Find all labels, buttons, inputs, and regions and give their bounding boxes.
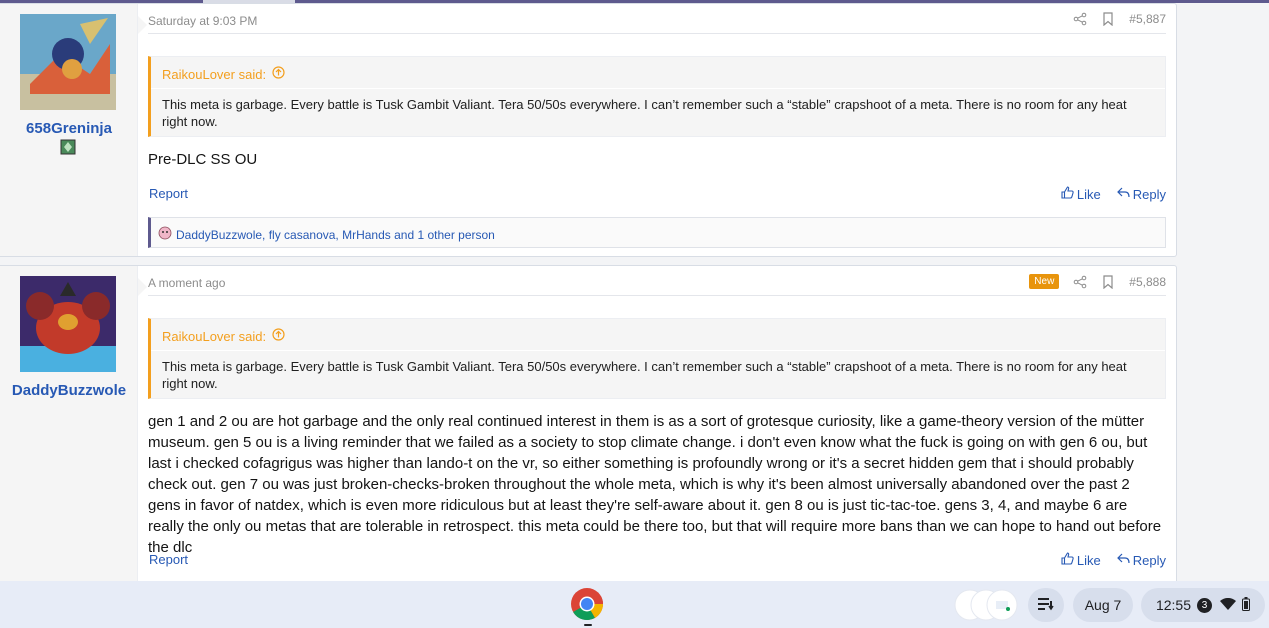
quote-author[interactable]: RaikouLover said: — [162, 329, 266, 344]
user-arrow — [138, 278, 147, 296]
post-body: Pre-DLC SS OU — [148, 151, 258, 168]
like-button[interactable]: Like — [1061, 186, 1101, 202]
chrome-browser-icon[interactable] — [570, 587, 604, 621]
username[interactable]: DaddyBuzzwole — [0, 382, 138, 399]
quote-header[interactable]: RaikouLover said: — [162, 66, 285, 82]
like-label: Like — [1076, 186, 1101, 202]
user-cell: 658Greninja — [0, 4, 138, 256]
reply-icon — [1116, 552, 1130, 568]
post-number[interactable]: #5,887 — [1129, 12, 1166, 26]
report-button[interactable]: Report — [149, 186, 188, 201]
bookmark-icon[interactable] — [1101, 12, 1115, 27]
new-badge: New — [1029, 274, 1060, 289]
reply-button[interactable]: Reply — [1116, 552, 1166, 568]
quote-divider — [151, 350, 1165, 351]
status-area-button[interactable]: 12:55 3 — [1141, 588, 1265, 622]
app-running-indicator — [584, 624, 592, 626]
post-5887: 658Greninja Saturday at 9:03 PM #5,887 R… — [0, 3, 1177, 257]
quote-block: RaikouLover said: This meta is garbage. … — [148, 318, 1166, 399]
calendar-date-button[interactable]: Aug 7 — [1073, 588, 1133, 622]
media-controls-button[interactable] — [1028, 588, 1064, 622]
post-5888: DaddyBuzzwole A moment ago New #5,888 Ra… — [0, 265, 1177, 595]
avatar[interactable] — [20, 14, 116, 110]
thumbs-up-icon — [1061, 552, 1074, 568]
reply-button[interactable]: Reply — [1116, 186, 1166, 202]
notification-count-badge: 3 — [1197, 597, 1213, 613]
playlist-icon — [1037, 597, 1055, 614]
post-meta: A moment ago New #5,888 — [148, 266, 1166, 296]
reply-label: Reply — [1132, 186, 1166, 202]
report-button[interactable]: Report — [149, 552, 188, 567]
post-number[interactable]: #5,888 — [1129, 275, 1166, 289]
quote-block: RaikouLover said: This meta is garbage. … — [148, 56, 1166, 137]
bookmark-icon[interactable] — [1101, 274, 1115, 289]
quote-author[interactable]: RaikouLover said: — [162, 67, 266, 82]
holding-space-tray[interactable] — [954, 589, 1018, 621]
arrow-up-circle-icon[interactable] — [272, 328, 285, 344]
quote-header[interactable]: RaikouLover said: — [162, 328, 285, 344]
share-icon[interactable] — [1073, 12, 1087, 26]
trophy-badge-icon[interactable] — [60, 139, 76, 155]
post-body: gen 1 and 2 ou are hot garbage and the o… — [148, 413, 1162, 556]
user-arrow — [138, 16, 147, 34]
thumbs-up-icon — [1061, 186, 1074, 202]
share-icon[interactable] — [1073, 275, 1087, 289]
reply-label: Reply — [1132, 552, 1166, 568]
reply-icon — [1116, 186, 1130, 202]
reactions-list[interactable]: DaddyBuzzwole, fly casanova, MrHands and… — [176, 228, 495, 242]
username[interactable]: 658Greninja — [0, 120, 138, 137]
post-meta: Saturday at 9:03 PM #5,887 — [148, 4, 1166, 34]
battery-icon — [1242, 596, 1251, 614]
like-button[interactable]: Like — [1061, 552, 1101, 568]
quote-text: This meta is garbage. Every battle is Tu… — [162, 359, 1127, 391]
reaction-emoji-icon[interactable] — [158, 226, 172, 243]
arrow-up-circle-icon[interactable] — [272, 66, 285, 82]
quote-text: This meta is garbage. Every battle is Tu… — [162, 97, 1127, 129]
post-actions: Report Like Reply — [148, 550, 1166, 570]
avatar[interactable] — [20, 276, 116, 372]
like-label: Like — [1076, 552, 1101, 568]
user-cell: DaddyBuzzwole — [0, 266, 138, 594]
shelf-time: 12:55 — [1155, 597, 1192, 613]
post-date[interactable]: Saturday at 9:03 PM — [148, 14, 257, 28]
quote-divider — [151, 88, 1165, 89]
reactions-bar: DaddyBuzzwole, fly casanova, MrHands and… — [148, 217, 1166, 248]
post-date[interactable]: A moment ago — [148, 276, 225, 290]
shelf-date: Aug 7 — [1084, 597, 1122, 613]
wifi-icon — [1220, 597, 1237, 613]
post-actions: Report Like Reply — [148, 184, 1166, 204]
